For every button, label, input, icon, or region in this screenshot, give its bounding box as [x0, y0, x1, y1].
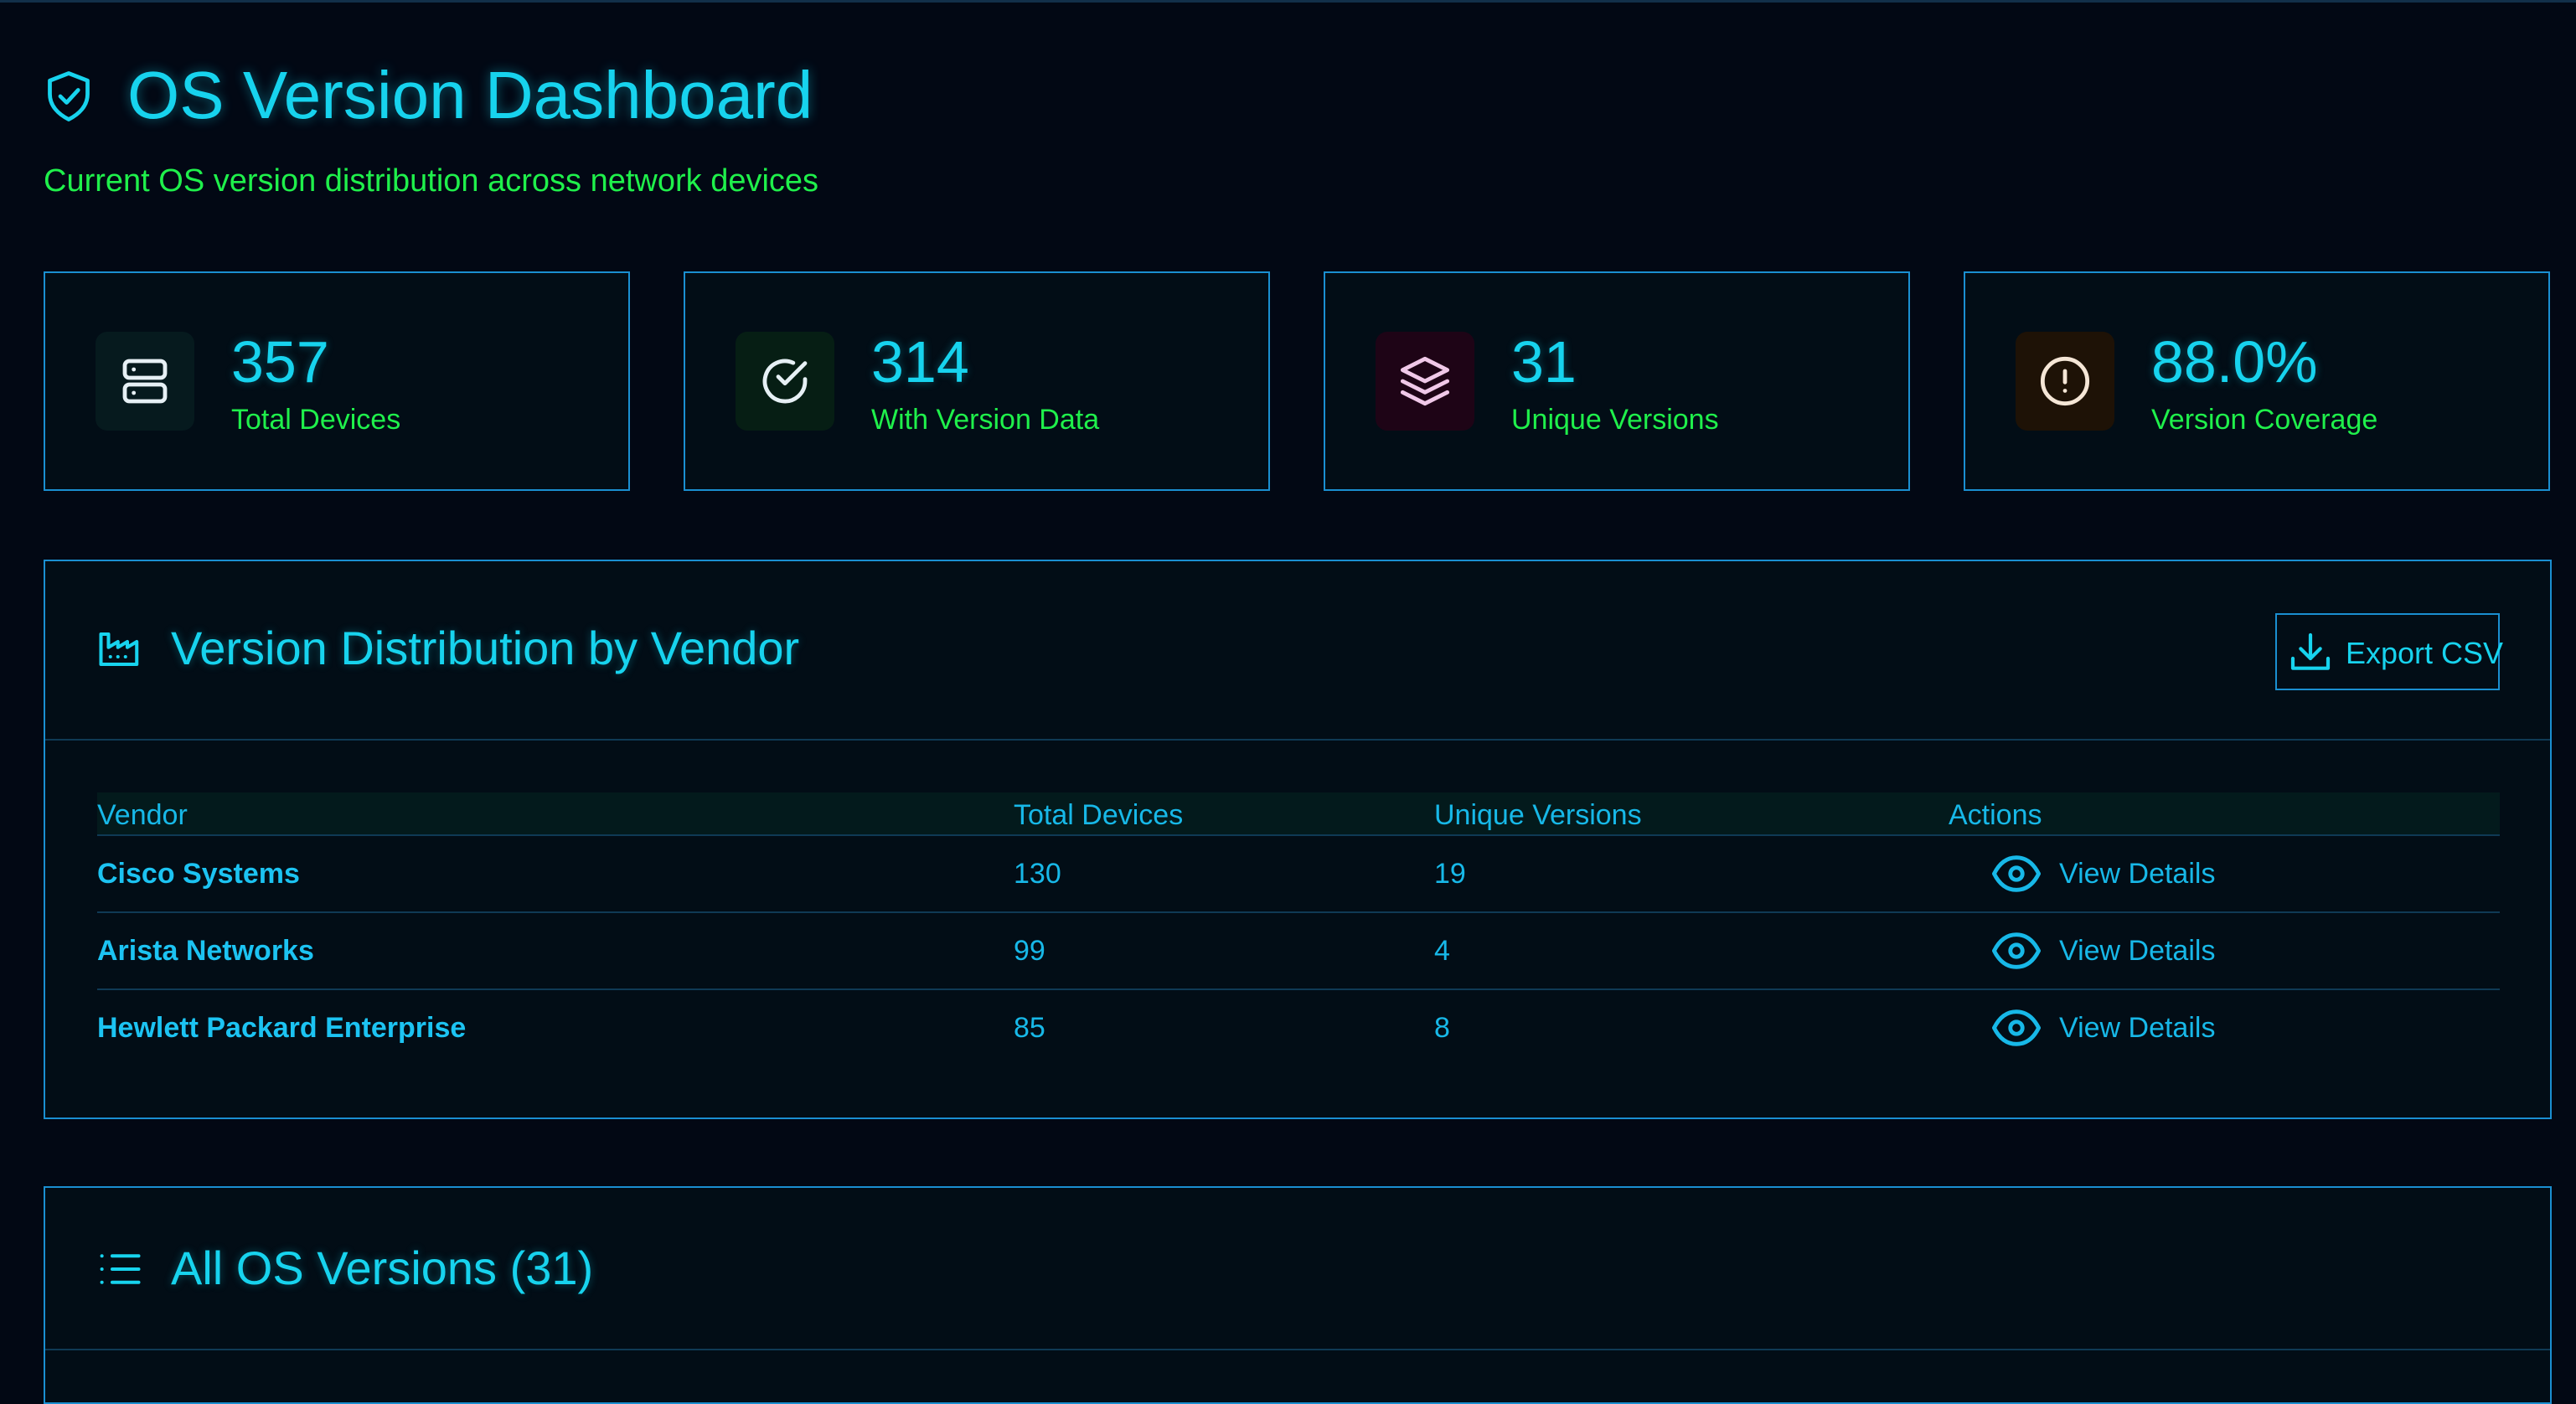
alert-circle-icon [2040, 356, 2090, 406]
check-circle-icon [762, 359, 808, 404]
stat-value: 314 [871, 329, 969, 395]
total-devices-cell: 99 [1014, 935, 1045, 967]
eye-icon [1992, 932, 2041, 969]
export-csv-button[interactable]: Export CSV [2275, 613, 2504, 690]
all-os-versions-panel: All OS Versions (31) [44, 1186, 2552, 1404]
export-csv-label: Export CSV [2346, 636, 2504, 670]
view-details-label: View Details [2059, 858, 2216, 890]
view-details-label: View Details [2059, 935, 2216, 967]
table-row: Hewlett Packard Enterprise 85 8 View Det… [97, 990, 2500, 1067]
stat-label: Version Coverage [2151, 404, 2378, 436]
list-icon [100, 1254, 141, 1284]
column-header-actions: Actions [1949, 799, 2042, 831]
stat-value: 357 [231, 329, 329, 395]
panel-title: All OS Versions (31) [171, 1241, 594, 1294]
stat-card-version-coverage: 88.0% Version Coverage [1964, 271, 2550, 491]
panel-header: Version Distribution by Vendor Export CS… [45, 561, 2550, 741]
unique-versions-cell: 4 [1434, 935, 1450, 967]
total-devices-cell: 85 [1014, 1012, 1045, 1044]
vendor-distribution-panel: Version Distribution by Vendor Export CS… [44, 560, 2552, 1119]
page-subtitle: Current OS version distribution across n… [44, 163, 819, 199]
table-row: Arista Networks 99 4 View Details [97, 913, 2500, 990]
download-icon [2290, 632, 2331, 670]
eye-icon [1992, 1009, 2041, 1046]
stat-label: Total Devices [231, 404, 401, 436]
stat-card-unique-versions: 31 Unique Versions [1324, 271, 1910, 491]
column-header-unique-versions: Unique Versions [1434, 799, 1642, 831]
vendor-name: Arista Networks [97, 935, 314, 967]
table-row: Cisco Systems 130 19 View Details [97, 836, 2500, 913]
stat-icon-container [736, 332, 834, 431]
shield-check-icon [48, 71, 90, 121]
page-title: OS Version Dashboard [127, 58, 813, 132]
stat-card-with-version-data: 314 With Version Data [684, 271, 1270, 491]
stat-icon-container [2016, 332, 2114, 431]
factory-icon [99, 632, 139, 667]
stat-icon-container [96, 332, 194, 431]
unique-versions-cell: 8 [1434, 1012, 1450, 1044]
unique-versions-cell: 19 [1434, 858, 1466, 890]
stat-value: 31 [1511, 329, 1577, 395]
total-devices-cell: 130 [1014, 858, 1061, 890]
table-header: Vendor Total Devices Unique Versions Act… [97, 792, 2500, 836]
vendor-name: Cisco Systems [97, 858, 300, 890]
layers-icon [1400, 356, 1450, 406]
panel-header: All OS Versions (31) [45, 1188, 2550, 1350]
column-header-vendor: Vendor [97, 799, 188, 831]
column-header-total-devices: Total Devices [1014, 799, 1184, 831]
server-icon [122, 359, 168, 404]
eye-icon [1992, 855, 2041, 892]
stat-value: 88.0% [2151, 329, 2318, 395]
stat-label: With Version Data [871, 404, 1100, 436]
stat-icon-container [1376, 332, 1474, 431]
stat-label: Unique Versions [1511, 404, 1719, 436]
vendor-name: Hewlett Packard Enterprise [97, 1012, 467, 1044]
panel-title: Version Distribution by Vendor [171, 622, 800, 674]
view-details-label: View Details [2059, 1012, 2216, 1044]
dashboard-page: OS Version Dashboard Current OS version … [0, 0, 2576, 1404]
stat-card-total-devices: 357 Total Devices [44, 271, 630, 491]
